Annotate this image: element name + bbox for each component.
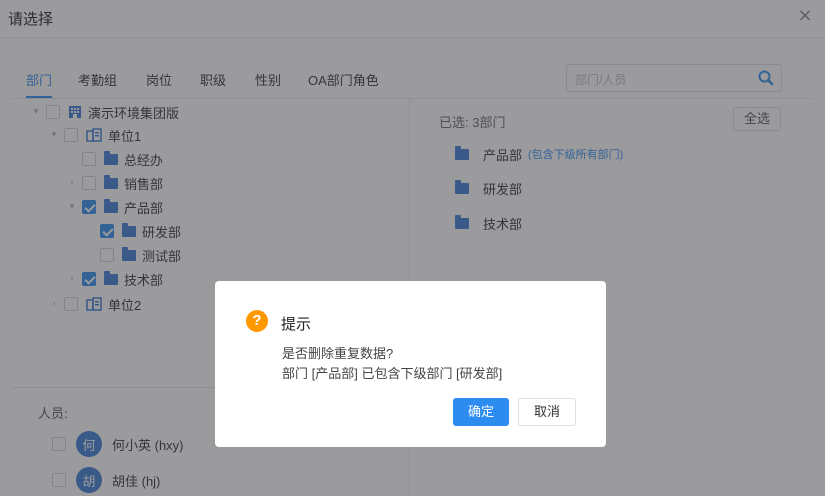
- confirm-button[interactable]: 确定: [453, 398, 509, 426]
- modal-title: 提示: [281, 316, 312, 333]
- warning-icon: ?: [246, 310, 268, 332]
- cancel-button[interactable]: 取消: [518, 398, 576, 426]
- confirm-modal: ? 提示 是否删除重复数据? 部门 [产品部] 已包含下级部门 [研发部] 确定…: [215, 281, 606, 447]
- modal-message-line1: 是否删除重复数据?: [282, 346, 394, 361]
- modal-message-line2: 部门 [产品部] 已包含下级部门 [研发部]: [282, 366, 503, 381]
